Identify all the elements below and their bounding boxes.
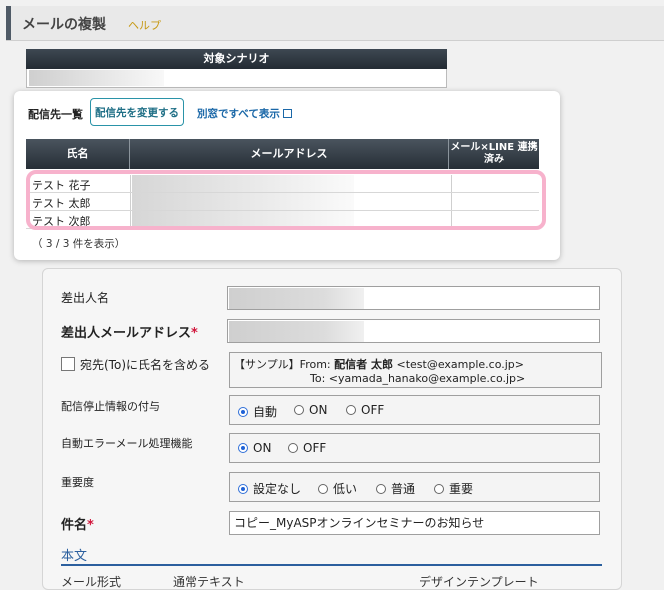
external-window-icon [282, 109, 292, 118]
radio-option-auto[interactable]: 自動 [238, 403, 277, 420]
radio-option-off[interactable]: OFF [346, 403, 384, 417]
show-all-label: 別窓ですべて表示 [197, 108, 280, 120]
radio-label: OFF [361, 403, 385, 417]
address-sample-box: 【サンプル】From: 配信者 太郎 <test@example.co.jp> … [229, 352, 602, 388]
radio-selected [238, 443, 248, 453]
required-mark: * [191, 326, 198, 341]
scenario-table-header: 対象シナリオ [26, 49, 447, 69]
radio-unselected [376, 483, 386, 494]
page-title: メールの複製 [22, 17, 106, 33]
radio-unselected [434, 483, 444, 494]
priority-label: 重要度 [61, 476, 94, 489]
priority-options: 設定なし 低い 普通 重要 [229, 472, 600, 502]
radio-label: ON [253, 441, 272, 455]
radio-option-on[interactable]: ON [294, 403, 327, 417]
radio-label: ON [309, 403, 328, 417]
redacted-scenario-name [29, 70, 164, 86]
radio-unselected [346, 405, 356, 415]
radio-label: OFF [303, 441, 327, 455]
subject-label-text: 件名 [61, 518, 88, 533]
unsubscribe-options: 自動 ON OFF [229, 395, 600, 425]
redacted-sender-name [229, 288, 364, 309]
sender-email-input[interactable] [227, 319, 600, 343]
radio-option-off[interactable]: OFF [288, 441, 326, 455]
radio-option-low[interactable]: 低い [318, 480, 357, 497]
page-header: メールの複製 ヘルプ [6, 6, 664, 41]
design-template-label: デザインテンプレート [419, 575, 539, 589]
sender-email-label: 差出人メールアドレス* [61, 322, 198, 341]
recipient-table-header: 氏名 メールアドレス メール×LINE 連携済み [26, 139, 539, 169]
column-header-line-linked: メール×LINE 連携済み [450, 142, 538, 165]
sample-from-name: 配信者 太郎 [334, 358, 393, 371]
scenario-table: 対象シナリオ [26, 49, 447, 88]
subject-input[interactable]: コピー_MyASPオンラインセミナーのお知らせ [229, 511, 600, 535]
row-count-text: （ 3 / 3 件を表示） [32, 238, 126, 250]
section-divider [61, 564, 602, 566]
show-all-link[interactable]: 別窓ですべて表示 [197, 106, 292, 121]
radio-selected [238, 406, 248, 417]
auto-error-options: ON OFF [229, 433, 600, 463]
radio-label: 重要 [449, 482, 474, 496]
sample-line-from: 【サンプル】From: 配信者 太郎 <test@example.co.jp> [234, 356, 524, 372]
radio-option-on[interactable]: ON [238, 441, 271, 455]
radio-unselected [318, 483, 328, 494]
recipient-list-popup: 配信先一覧 配信先を変更する 別窓ですべて表示 氏名 メールアドレス メール×L… [14, 91, 560, 260]
include-name-label: 宛先(To)に氏名を含める [80, 358, 210, 372]
sample-line-to: To: <yamada_hanako@example.co.jp> [310, 372, 525, 385]
sender-name-input[interactable] [227, 286, 600, 310]
radio-label: 自動 [253, 405, 278, 419]
mail-format-label: メール形式 [61, 575, 122, 589]
sample-to-address: <yamada_hanako@example.co.jp> [328, 372, 526, 385]
mail-format-value: 通常テキスト [173, 575, 245, 589]
mail-settings-form: 差出人名 差出人メールアドレス* 宛先(To)に氏名を含める 【サンプル】Fro… [42, 268, 622, 590]
include-name-checkbox[interactable] [61, 357, 75, 371]
auto-error-label: 自動エラーメール処理機能 [61, 437, 193, 450]
sender-name-label: 差出人名 [61, 291, 110, 305]
change-recipients-button[interactable]: 配信先を変更する [90, 98, 184, 126]
radio-label: 低い [333, 482, 358, 496]
sender-email-label-text: 差出人メールアドレス [61, 326, 192, 341]
header-accent-bar [6, 6, 11, 40]
unsubscribe-label: 配信停止情報の付与 [61, 400, 160, 413]
redacted-sender-email [229, 321, 364, 342]
required-mark: * [87, 518, 94, 533]
radio-unselected [288, 443, 298, 453]
help-link[interactable]: ヘルプ [128, 17, 161, 33]
radio-option-none[interactable]: 設定なし [238, 480, 301, 497]
column-header-email: メールアドレス [130, 139, 449, 169]
rows-highlight-frame [26, 170, 546, 230]
body-section-title: 本文 [61, 549, 88, 564]
radio-unselected [294, 405, 304, 415]
column-header-name: 氏名 [26, 139, 130, 169]
radio-label: 普通 [391, 482, 416, 496]
radio-option-important[interactable]: 重要 [434, 480, 473, 497]
subject-label: 件名* [61, 514, 94, 533]
sample-to-prefix: To: [310, 372, 326, 385]
sample-from-address: <test@example.co.jp> [396, 358, 525, 371]
popup-title: 配信先一覧 [28, 108, 83, 121]
radio-selected [238, 483, 248, 494]
radio-label: 設定なし [253, 482, 302, 496]
radio-option-normal[interactable]: 普通 [376, 480, 415, 497]
sample-from-prefix: 【サンプル】From: [234, 358, 331, 371]
scenario-row [26, 69, 447, 88]
